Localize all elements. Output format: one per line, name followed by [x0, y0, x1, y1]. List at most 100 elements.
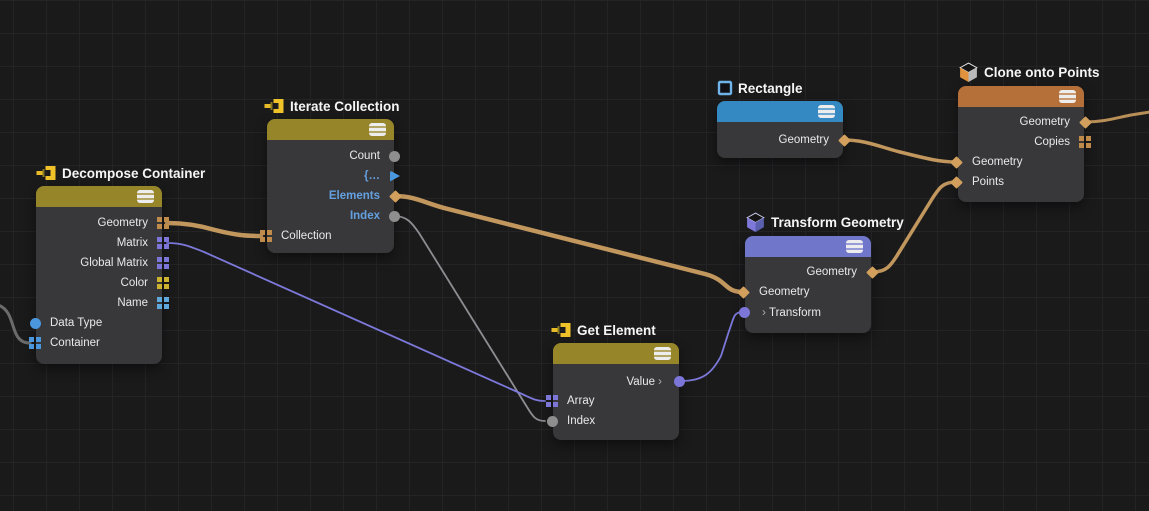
menu-icon[interactable] [369, 123, 386, 136]
port-label: Elements [328, 190, 380, 202]
row-collection-in: Collection [260, 226, 394, 246]
port-label: Geometry [97, 217, 149, 229]
node-header[interactable] [958, 86, 1084, 107]
node-title-rectangle: Rectangle [717, 78, 803, 98]
wire-rectangle-to-clone-geometry[interactable] [842, 138, 958, 164]
row-geometry-out: Geometry [717, 130, 851, 150]
port-label: Matrix [116, 237, 148, 249]
row-copies-out: Copies [958, 132, 1091, 152]
node-title-transform-geometry: Transform Geometry [745, 212, 904, 232]
row-matrix-out: Matrix [36, 233, 169, 253]
node-header[interactable] [553, 343, 679, 364]
port-label: Index [349, 210, 380, 222]
row-geometry-out: Geometry [745, 262, 879, 282]
row-global-matrix-out: Global Matrix [36, 253, 169, 273]
row-geometry-in: Geometry [950, 152, 1084, 172]
port-label: Array [567, 395, 595, 407]
port-value-out[interactable] [674, 375, 685, 387]
row-elements-out: Elements [267, 186, 402, 206]
port-matrix-out[interactable] [157, 237, 169, 249]
row-color-out: Color [36, 273, 169, 293]
node-header[interactable] [267, 119, 394, 140]
row-array-in: Array [546, 391, 679, 411]
row-geometry-out: Geometry [958, 112, 1092, 132]
node-transform-geometry[interactable]: Geometry Geometry › Transform [737, 236, 879, 333]
wire-offscreen-to-container[interactable] [0, 304, 32, 345]
row-geometry-in: Geometry [737, 282, 871, 302]
port-array-in[interactable] [546, 395, 558, 407]
node-clone-onto-points[interactable]: Geometry Copies Geometry Points [950, 86, 1092, 202]
wire-index-to-getelement-index[interactable] [393, 215, 546, 422]
port-label: Geometry [806, 266, 858, 278]
port-name-out[interactable] [157, 297, 169, 309]
port-global-matrix-out[interactable] [157, 257, 169, 269]
port-label: Geometry [972, 156, 1023, 168]
port-label: Geometry [778, 134, 830, 146]
port-label: Global Matrix [80, 257, 148, 269]
collection-node-icon [36, 166, 56, 180]
port-label: Transform [769, 307, 821, 319]
row-value-out: Value › [553, 371, 685, 391]
node-title-decompose-container: Decompose Container [36, 163, 205, 183]
expander-chevron-icon[interactable]: › [655, 371, 665, 391]
node-title-label: Decompose Container [62, 165, 206, 181]
node-title-label: Clone onto Points [984, 64, 1100, 80]
row-data-type-in: Data Type [30, 313, 162, 333]
node-iterate-collection[interactable]: Count {… Elements Index Collection [260, 119, 402, 253]
port-container-in[interactable] [29, 337, 41, 349]
menu-icon[interactable] [818, 105, 835, 118]
node-header[interactable] [36, 186, 162, 207]
expander-chevron-icon[interactable]: › [759, 302, 769, 322]
cube-orange-icon [959, 62, 978, 82]
wire-geometry-to-collection[interactable] [164, 220, 264, 239]
port-label: Count [349, 150, 380, 162]
port-label: {… [364, 170, 380, 182]
port-index-in[interactable] [547, 415, 558, 427]
node-title-label: Rectangle [738, 80, 803, 96]
port-label: Copies [1034, 136, 1070, 148]
node-title-label: Iterate Collection [290, 98, 400, 114]
port-collection-in[interactable] [260, 230, 272, 242]
port-geometry-out[interactable] [157, 217, 169, 229]
port-label: Data Type [50, 317, 103, 329]
row-container-in: Container [29, 333, 162, 353]
node-title-clone-onto-points: Clone onto Points [958, 62, 1100, 82]
port-transform-in[interactable] [739, 306, 750, 318]
node-title-get-element: Get Element [551, 320, 656, 340]
port-color-out[interactable] [157, 277, 169, 289]
port-index-out[interactable] [389, 210, 400, 222]
wire-value-to-transform[interactable] [680, 311, 744, 382]
node-rectangle[interactable]: Geometry [717, 101, 851, 158]
node-decompose-container[interactable]: Geometry Matrix Global Matrix Color Name… [29, 186, 169, 364]
menu-icon[interactable] [846, 240, 863, 253]
row-count-out: Count [267, 146, 400, 166]
port-label: Name [117, 297, 148, 309]
menu-icon[interactable] [1059, 90, 1076, 103]
port-data-type-in[interactable] [30, 317, 41, 329]
collection-node-icon [264, 99, 284, 113]
row-stream-out: {… [267, 166, 400, 186]
port-count-out[interactable] [389, 150, 400, 162]
wire-matrix-to-array[interactable] [166, 242, 546, 402]
port-label: Collection [281, 230, 332, 242]
row-transform-in: › Transform [739, 302, 871, 322]
port-label: Container [50, 337, 100, 349]
port-label: Geometry [759, 286, 810, 298]
wire-clone-geometry-to-offscreen[interactable] [1083, 110, 1149, 124]
port-label: Index [567, 415, 596, 427]
node-title-label: Get Element [577, 322, 656, 338]
menu-icon[interactable] [654, 347, 671, 360]
port-copies-out[interactable] [1079, 136, 1091, 148]
node-title-label: Transform Geometry [771, 214, 904, 230]
port-label: Color [120, 277, 148, 289]
node-get-element[interactable]: Value › Array Index [546, 343, 685, 440]
node-header[interactable] [717, 101, 843, 122]
menu-icon[interactable] [137, 190, 154, 203]
row-geometry-out: Geometry [36, 213, 169, 233]
row-points-in: Points [950, 172, 1084, 192]
port-label: Points [972, 176, 1004, 188]
node-header[interactable] [745, 236, 871, 257]
collection-node-icon [551, 323, 571, 337]
node-title-iterate-collection: Iterate Collection [264, 96, 400, 116]
row-index-in: Index [547, 411, 679, 431]
